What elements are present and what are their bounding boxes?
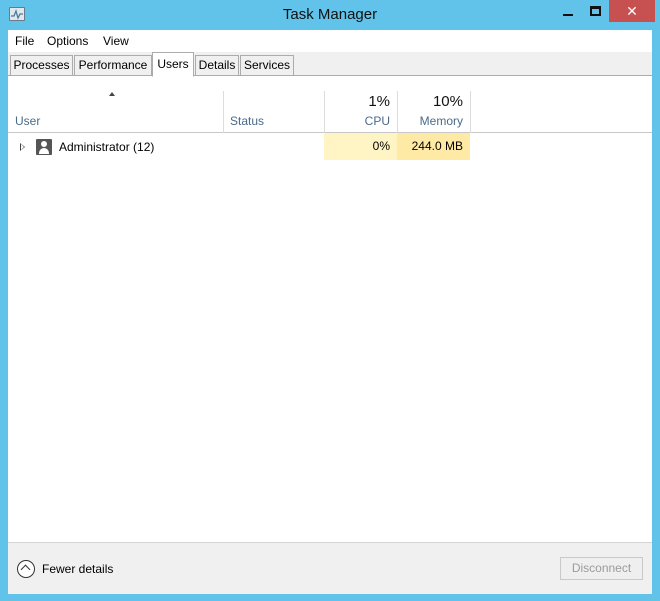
column-status[interactable]: Status	[230, 114, 264, 128]
column-header: User Status 1% CPU 10% Memory	[8, 77, 652, 133]
title-bar[interactable]: Task Manager ✕	[0, 0, 660, 30]
tab-performance[interactable]: Performance	[74, 55, 152, 76]
menu-view[interactable]: View	[103, 34, 129, 48]
tab-processes[interactable]: Processes	[10, 55, 73, 76]
memory-total-percent: 10%	[432, 93, 463, 110]
cpu-total-percent: 1%	[368, 93, 390, 110]
column-cpu[interactable]: CPU	[324, 114, 390, 128]
menu-bar: File Options View	[8, 30, 652, 52]
column-divider[interactable]	[223, 91, 224, 133]
close-button[interactable]: ✕	[609, 0, 655, 22]
minimize-button[interactable]	[554, 0, 581, 22]
menu-options[interactable]: Options	[47, 34, 88, 48]
footer-bar: Fewer details Disconnect	[8, 542, 652, 594]
maximize-icon	[589, 6, 601, 16]
memory-cell: 244.0 MB	[397, 133, 470, 160]
menu-file[interactable]: File	[15, 34, 34, 48]
close-icon: ✕	[626, 3, 638, 19]
maximize-button[interactable]	[581, 0, 609, 22]
task-manager-window: Task Manager ✕ File Options View Process…	[0, 0, 660, 601]
tab-services[interactable]: Services	[240, 55, 294, 76]
client-area: File Options View Processes Performance …	[8, 30, 652, 594]
tab-details[interactable]: Details	[195, 55, 239, 76]
user-name: Administrator (12)	[59, 140, 155, 154]
table-row[interactable]: Administrator (12) 0% 244.0 MB	[8, 133, 652, 160]
sort-ascending-icon[interactable]	[109, 92, 115, 96]
tab-users[interactable]: Users	[152, 52, 194, 77]
collapse-chevron-icon[interactable]	[17, 560, 35, 578]
column-user[interactable]: User	[15, 114, 40, 128]
disconnect-button[interactable]: Disconnect	[560, 557, 643, 580]
minimize-icon	[562, 14, 573, 16]
user-avatar-icon	[36, 139, 52, 155]
cpu-cell: 0%	[324, 133, 397, 160]
column-divider[interactable]	[470, 91, 471, 133]
expand-arrow-icon[interactable]	[20, 143, 25, 151]
tab-strip: Processes Performance Users Details Serv…	[8, 52, 652, 77]
column-memory[interactable]: Memory	[397, 114, 463, 128]
fewer-details-link[interactable]: Fewer details	[42, 562, 113, 576]
